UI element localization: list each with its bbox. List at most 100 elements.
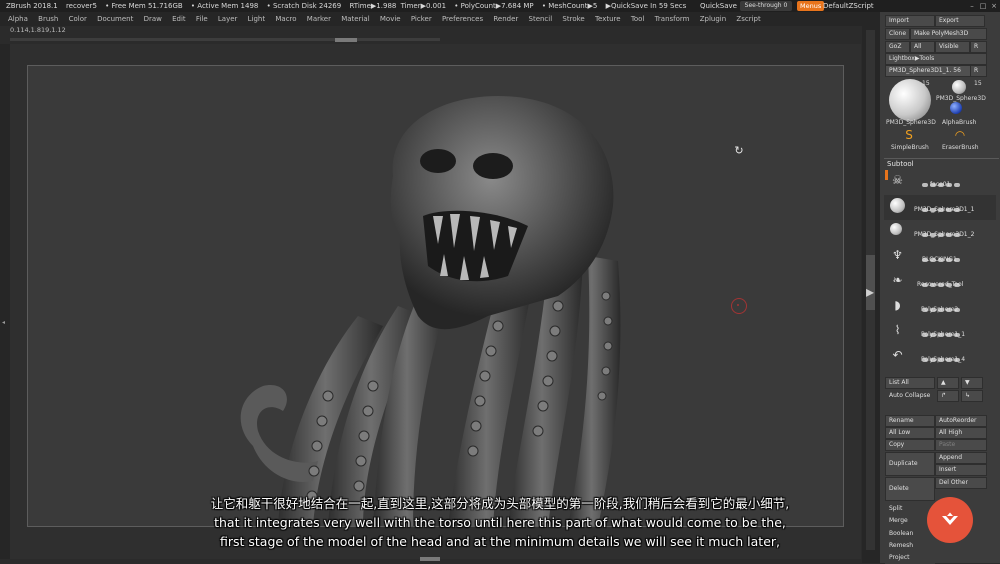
subtool-controls[interactable]	[922, 272, 977, 287]
rtime: RTime▶1.988	[349, 2, 397, 10]
subtool-controls[interactable]	[922, 297, 977, 312]
lightbox-tools-button[interactable]: Lightbox▶Tools	[885, 53, 987, 65]
left-shelf-arrow-icon[interactable]: ◂	[2, 319, 5, 326]
maximize-icon[interactable]: □	[979, 2, 987, 10]
goz-r-button[interactable]: R	[970, 41, 987, 53]
goz-all-button[interactable]: All	[910, 41, 935, 53]
minimize-icon[interactable]: –	[968, 2, 976, 10]
current-tool-slider[interactable]: PM3D_Sphere3D1_1. 56	[885, 65, 972, 77]
menu-tool[interactable]: Tool	[631, 15, 645, 23]
import-button[interactable]: Import	[885, 15, 935, 27]
duplicate-button[interactable]: Duplicate	[885, 452, 935, 476]
rename-button[interactable]: Rename	[885, 415, 935, 427]
subtool-controls[interactable]	[922, 197, 977, 212]
menu-file[interactable]: File	[196, 15, 208, 23]
close-icon[interactable]: ×	[990, 2, 998, 10]
move-up-arrow-icon[interactable]: ▲	[937, 377, 959, 389]
subtool-item[interactable]: ❧ Recovered_Tool	[884, 270, 996, 295]
menu-draw[interactable]: Draw	[144, 15, 162, 23]
auto-collapse-button[interactable]: Auto Collapse	[885, 390, 935, 402]
alpha-brush-icon[interactable]	[950, 102, 962, 114]
tool-count-b: 15	[974, 80, 982, 87]
subtool-name: Recovered_Tool	[917, 281, 964, 288]
menu-macro[interactable]: Macro	[275, 15, 296, 23]
paste-button[interactable]: Paste	[935, 439, 987, 451]
menu-preferences[interactable]: Preferences	[442, 15, 483, 23]
auto-reorder-button[interactable]: AutoReorder	[935, 415, 987, 427]
subtool-controls[interactable]	[922, 347, 977, 362]
list-all-button[interactable]: List All	[885, 377, 935, 389]
goz-button[interactable]: GoZ	[885, 41, 910, 53]
append-button[interactable]: Append	[935, 452, 987, 464]
menu-layer[interactable]: Layer	[218, 15, 238, 23]
subtool-item[interactable]: PM3D_Sphere3D1_1	[884, 195, 996, 220]
subtool-item[interactable]: ♆ BLOCKING1	[884, 245, 996, 270]
all-high-button[interactable]: All High	[935, 427, 987, 439]
subtool-item[interactable]: ↶ PolySphere1_4	[884, 345, 996, 370]
move-top-arrow-icon[interactable]: ↱	[937, 390, 959, 402]
move-down-arrow-icon[interactable]: ▼	[961, 377, 983, 389]
menu-stroke[interactable]: Stroke	[562, 15, 584, 23]
insert-button[interactable]: Insert	[935, 464, 987, 476]
menu-render[interactable]: Render	[493, 15, 518, 23]
document-viewport[interactable]	[27, 65, 844, 527]
make-polymesh-button[interactable]: Make PolyMesh3D	[910, 28, 987, 40]
tool-count-a: 15	[922, 80, 930, 87]
subtool-item[interactable]: ◗ PolySphere2	[884, 295, 996, 320]
see-through-slider[interactable]: See-through 0	[740, 1, 792, 11]
menus-button[interactable]: Menus	[797, 1, 825, 11]
menu-edit[interactable]: Edit	[172, 15, 186, 23]
default-zscript-button[interactable]: DefaultZScript	[823, 0, 874, 12]
simple-brush-label: SimpleBrush	[891, 144, 929, 151]
subtool-name: PM3D_Sphere3D1_2	[914, 231, 975, 238]
menu-material[interactable]: Material	[341, 15, 369, 23]
menu-picker[interactable]: Picker	[411, 15, 432, 23]
subtool-item[interactable]: ⌇ PolySphere1_1	[884, 320, 996, 345]
goz-visible-button[interactable]: Visible	[935, 41, 970, 53]
menu-light[interactable]: Light	[248, 15, 265, 23]
right-shelf-arrow-icon[interactable]: ▸	[866, 282, 874, 301]
app-name: ZBrush 2018.1	[6, 2, 58, 10]
eraser-brush-icon[interactable]: ◠	[953, 128, 967, 142]
subtool-controls[interactable]	[922, 172, 977, 187]
subtool-controls[interactable]	[922, 247, 977, 262]
subtool-controls[interactable]	[922, 322, 977, 337]
menu-movie[interactable]: Movie	[380, 15, 401, 23]
subtitle-chinese: 让它和躯干很好地结合在一起,直到这里,这部分将成为头部模型的第一阶段,我们稍后会…	[210, 496, 790, 511]
free-mem: • Free Mem 51.716GB	[105, 2, 183, 10]
curve-icon: ⌇	[894, 323, 901, 337]
menu-zscript[interactable]: Zscript	[736, 15, 760, 23]
sphere-icon	[890, 223, 902, 235]
copy-button[interactable]: Copy	[885, 439, 935, 451]
menu-transform[interactable]: Transform	[655, 15, 690, 23]
menu-bar: Alpha Brush Color Document Draw Edit Fil…	[0, 12, 880, 26]
subtool-item[interactable]: PM3D_Sphere3D1_2	[884, 220, 996, 245]
top-shelf-handle[interactable]	[335, 38, 357, 42]
tool-thumb-big-label: PM3D_Sphere3D	[886, 119, 936, 126]
move-bottom-arrow-icon[interactable]: ↳	[961, 390, 983, 402]
menu-marker[interactable]: Marker	[307, 15, 331, 23]
sculpt-model	[240, 96, 621, 526]
all-low-button[interactable]: All Low	[885, 427, 935, 439]
menu-zplugin[interactable]: Zplugin	[700, 15, 726, 23]
project-button[interactable]: Project	[885, 552, 935, 564]
tool-thumbnail-small-sphere-icon[interactable]	[952, 80, 966, 94]
subtool-name: PM3D_Sphere3D1_1	[914, 206, 975, 213]
bottom-shelf-handle[interactable]	[420, 557, 440, 561]
eraser-brush-label: EraserBrush	[942, 144, 979, 151]
subtool-item[interactable]: ☠ face01	[884, 170, 996, 195]
menu-color[interactable]: Color	[69, 15, 87, 23]
menu-alpha[interactable]: Alpha	[8, 15, 28, 23]
menu-brush[interactable]: Brush	[38, 15, 58, 23]
menu-texture[interactable]: Texture	[595, 15, 621, 23]
simple-brush-icon[interactable]: S	[902, 128, 916, 142]
subtool-header[interactable]: Subtool	[884, 158, 999, 170]
export-button[interactable]: Export	[935, 15, 985, 27]
del-other-button[interactable]: Del Other	[935, 477, 987, 489]
menu-stencil[interactable]: Stencil	[529, 15, 553, 23]
current-tool-r-button[interactable]: R	[970, 65, 987, 77]
quicksave-button[interactable]: QuickSave	[700, 0, 737, 12]
subtool-controls[interactable]	[922, 222, 977, 237]
menu-document[interactable]: Document	[97, 15, 133, 23]
clone-button[interactable]: Clone	[885, 28, 910, 40]
